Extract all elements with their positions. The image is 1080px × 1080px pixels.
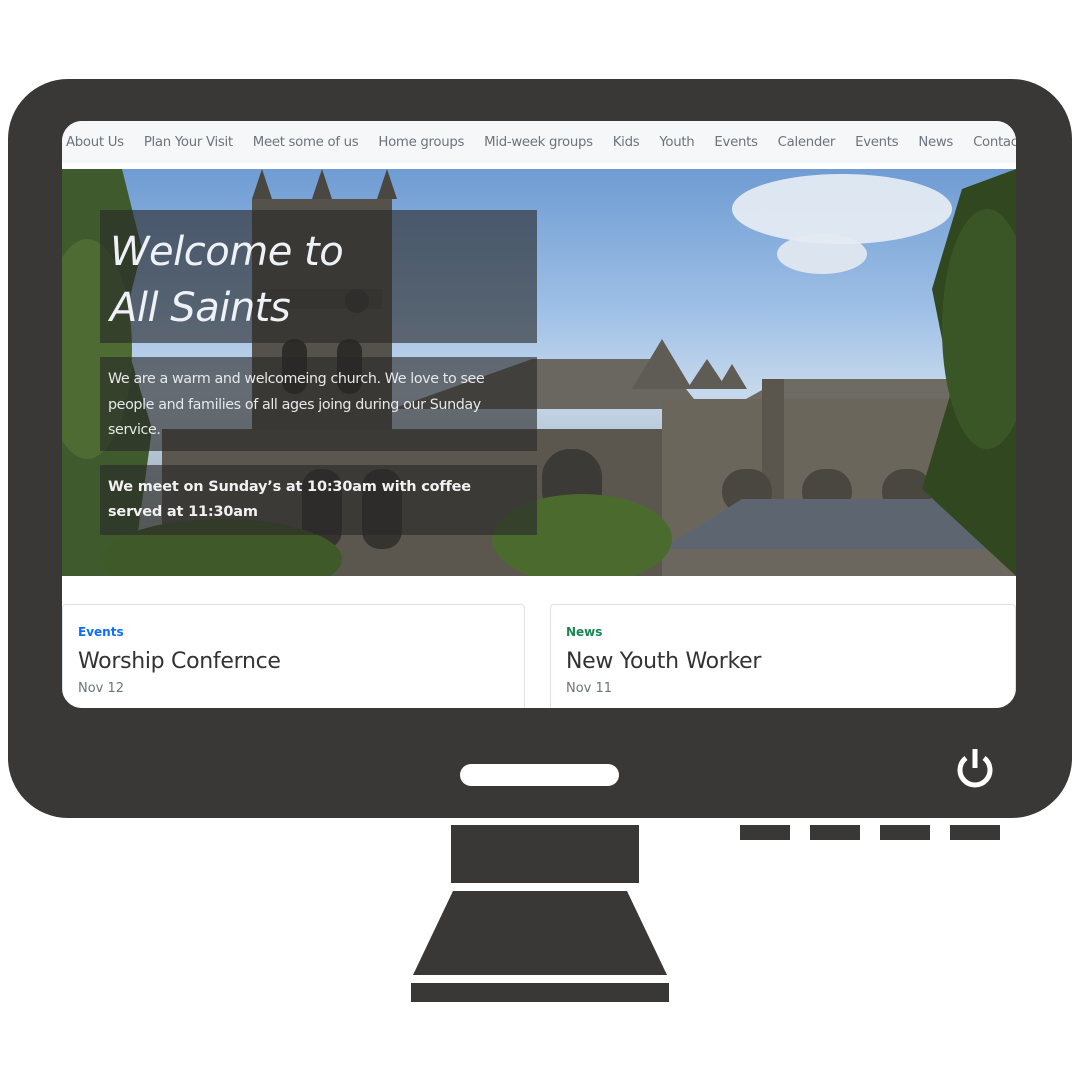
nav-contact-us[interactable]: Contact Us	[973, 135, 1016, 150]
card-tag-events: Events	[78, 625, 124, 639]
nav-youth[interactable]: Youth	[659, 135, 694, 150]
nav-calender[interactable]: Calender	[778, 135, 836, 150]
nav-kids[interactable]: Kids	[613, 135, 640, 150]
card-tag-news: News	[566, 625, 603, 639]
title-line-2: All Saints	[110, 285, 291, 331]
nav-plan-your-visit[interactable]: Plan Your Visit	[144, 135, 233, 150]
website-screen: About Us Plan Your Visit Meet some of us…	[62, 121, 1016, 708]
card-title[interactable]: Worship Confernce	[78, 649, 281, 674]
news-card[interactable]: News New Youth Worker Nov 11	[550, 604, 1016, 708]
nav-news[interactable]: News	[918, 135, 953, 150]
events-card[interactable]: Events Worship Confernce Nov 12	[62, 604, 525, 708]
monitor-base	[411, 983, 669, 1002]
monitor-stand	[413, 891, 667, 975]
nav-events[interactable]: Events	[714, 135, 758, 150]
card-date: Nov 11	[566, 681, 613, 696]
nav-mid-week-groups[interactable]: Mid-week groups	[484, 135, 593, 150]
nav-meet-some-of-us[interactable]: Meet some of us	[253, 135, 359, 150]
title-line-1: Welcome to	[110, 229, 344, 275]
meeting-box: We meet on Sunday’s at 10:30am with coff…	[100, 465, 537, 535]
monitor-port	[880, 825, 930, 840]
power-icon[interactable]	[955, 749, 995, 791]
nav-events-2[interactable]: Events	[855, 135, 899, 150]
card-date: Nov 12	[78, 681, 125, 696]
hero-banner: Welcome to All Saints We are a warm and w…	[62, 169, 1016, 576]
page-title: Welcome to All Saints	[110, 224, 344, 336]
main-nav: About Us Plan Your Visit Meet some of us…	[62, 121, 1016, 163]
monitor-neck	[451, 825, 639, 883]
card-title[interactable]: New Youth Worker	[566, 649, 761, 674]
monitor-slot	[460, 764, 619, 786]
intro-text: We are a warm and welcomeing church. We …	[108, 371, 485, 438]
monitor-port	[740, 825, 790, 840]
monitor-port	[810, 825, 860, 840]
welcome-box: Welcome to All Saints	[100, 210, 537, 343]
nav-about-us[interactable]: About Us	[66, 135, 124, 150]
meeting-text: We meet on Sunday’s at 10:30am with coff…	[108, 479, 471, 520]
monitor-port	[950, 825, 1000, 840]
nav-home-groups[interactable]: Home groups	[378, 135, 464, 150]
intro-box: We are a warm and welcomeing church. We …	[100, 357, 537, 451]
